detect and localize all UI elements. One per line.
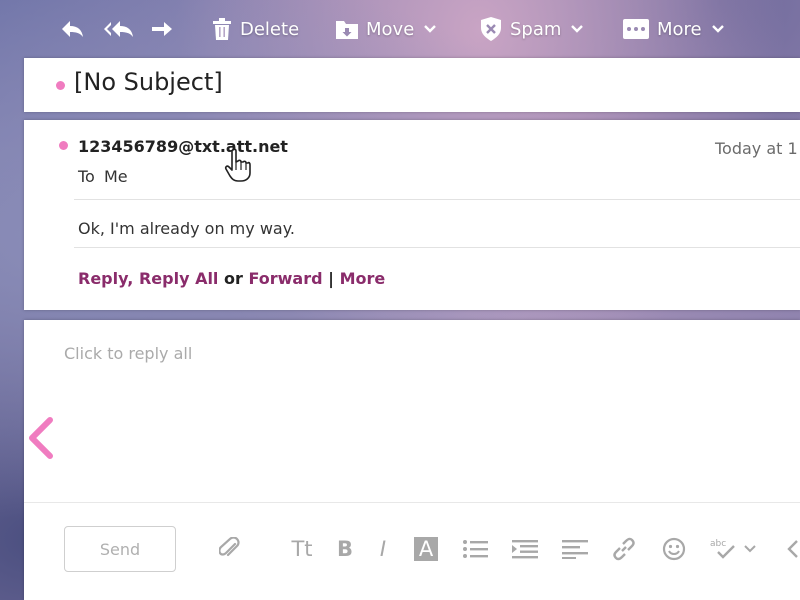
recipient-name[interactable]: Me <box>104 167 128 186</box>
link-button[interactable] <box>610 534 638 564</box>
reply-all-icon <box>104 21 133 37</box>
more-button[interactable]: More <box>623 0 724 58</box>
chevron-down-icon <box>711 25 724 33</box>
divider <box>74 247 800 248</box>
divider <box>74 199 800 200</box>
to-label: To <box>78 167 95 186</box>
align-left-icon <box>562 540 588 559</box>
divider <box>24 502 800 503</box>
hand-cursor-icon <box>224 148 251 182</box>
align-button[interactable] <box>560 534 590 564</box>
message-card: 123456789@txt.att.net Today at 1 To Me O… <box>24 120 800 310</box>
reply-button[interactable] <box>60 0 84 58</box>
unread-dot <box>56 81 65 90</box>
chevron-down-icon <box>424 25 437 33</box>
move-button[interactable]: Move <box>336 0 437 58</box>
italic-button[interactable]: I <box>373 534 393 564</box>
chevron-left-icon <box>29 417 53 459</box>
chevron-left-icon <box>787 540 798 558</box>
bullet-list-icon <box>463 540 488 558</box>
indent-button[interactable] <box>510 534 540 564</box>
more-dots-icon <box>623 19 649 39</box>
folder-move-icon <box>336 21 358 39</box>
reply-all-link[interactable]: Reply All <box>139 269 218 288</box>
attach-button[interactable] <box>216 534 244 564</box>
forward-button[interactable] <box>150 0 174 58</box>
or-text: or <box>224 269 243 288</box>
message-body: Ok, I'm already on my way. <box>78 219 295 238</box>
font-size-button[interactable]: Tt <box>288 534 316 564</box>
delete-button[interactable]: Delete <box>212 0 299 58</box>
message-date: Today at 1 <box>715 139 798 158</box>
forward-link[interactable]: Forward <box>248 269 322 288</box>
subject-header: [No Subject] <box>24 58 800 112</box>
recipient-line: To Me <box>78 167 128 186</box>
spellcheck-button[interactable]: abc <box>706 534 760 564</box>
unread-dot <box>59 141 68 150</box>
sender-address[interactable]: 123456789@txt.att.net <box>78 137 288 156</box>
reply-link[interactable]: Reply <box>78 269 127 288</box>
reply-input[interactable]: Click to reply all <box>64 344 192 363</box>
toolbar: Delete Move Spam More <box>0 0 800 58</box>
previous-message-button[interactable] <box>24 414 58 462</box>
trash-icon <box>213 18 231 40</box>
spellcheck-icon: abc <box>710 539 735 559</box>
emoji-button[interactable] <box>660 534 688 564</box>
smiley-icon <box>662 537 686 561</box>
message-actions: Reply, Reply All or Forward | More <box>78 269 386 288</box>
reply-all-button[interactable] <box>103 0 135 58</box>
shield-x-icon <box>481 17 501 41</box>
send-button[interactable]: Send <box>64 526 176 572</box>
subject-title: [No Subject] <box>74 68 223 96</box>
forward-icon <box>152 22 172 36</box>
indent-icon <box>512 540 538 559</box>
delete-label: Delete <box>240 18 300 40</box>
more-label: More <box>657 18 702 40</box>
more-format-button[interactable] <box>784 534 800 564</box>
link-icon <box>613 537 635 561</box>
svg-text:abc: abc <box>710 539 726 549</box>
text-color-button[interactable]: A <box>414 537 438 561</box>
spam-label: Spam <box>510 18 562 40</box>
spam-button[interactable]: Spam <box>480 0 584 58</box>
move-label: Move <box>366 18 415 40</box>
bold-button[interactable]: B <box>334 534 356 564</box>
chevron-down-icon <box>744 545 756 553</box>
reply-composer: Click to reply all Send Tt B I A abc <box>24 320 800 600</box>
reply-icon <box>62 21 83 37</box>
separator: | <box>328 269 334 288</box>
bullet-list-button[interactable] <box>460 534 490 564</box>
more-link[interactable]: More <box>340 269 386 288</box>
chevron-down-icon <box>571 25 584 33</box>
paperclip-icon <box>219 537 240 557</box>
